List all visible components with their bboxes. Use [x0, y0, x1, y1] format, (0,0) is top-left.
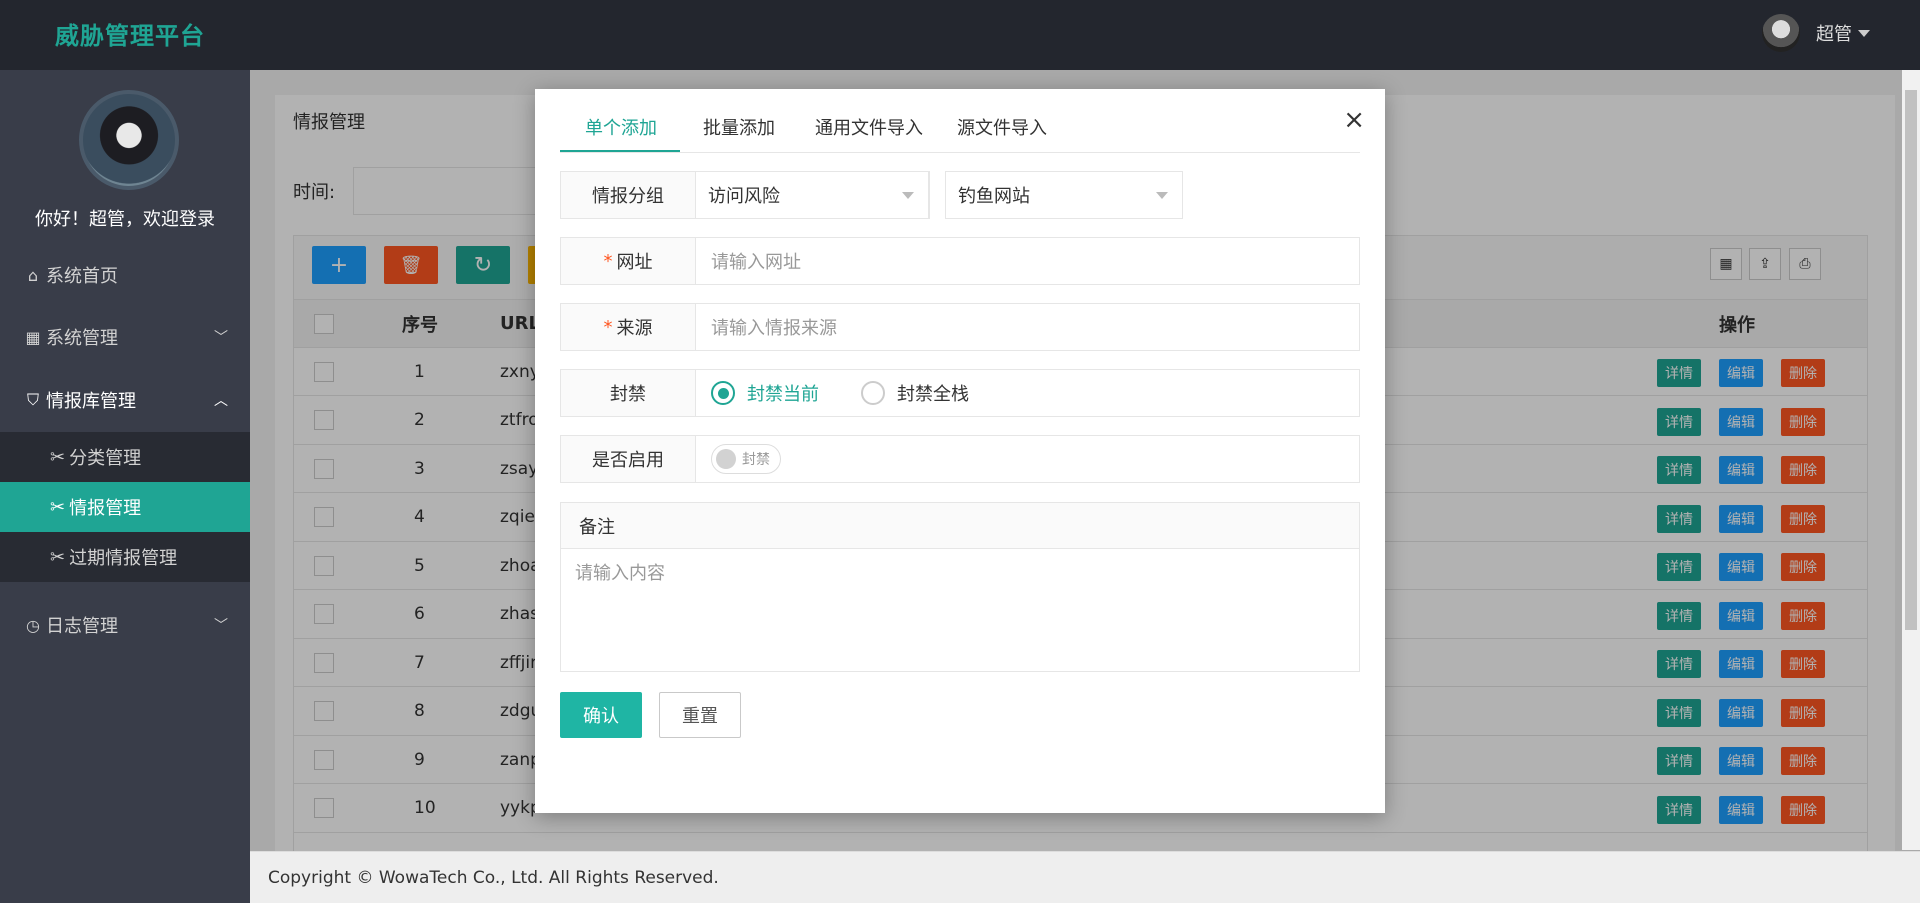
reset-button[interactable]: 重置	[659, 692, 741, 738]
chevron-up-icon: ︿	[214, 393, 228, 409]
tab-batch-add[interactable]: 批量添加	[703, 114, 775, 140]
shield-icon: ⛉	[26, 390, 39, 409]
user-avatar	[1762, 14, 1800, 52]
remark-field: 备注 请输入内容	[560, 502, 1360, 672]
sidebar-item-label: 系统首页	[46, 266, 118, 287]
url-row: * 网址 请输入网址	[560, 237, 1360, 285]
radio-ban-current[interactable]: 封禁当前	[711, 380, 819, 406]
required-marker: *	[603, 316, 613, 338]
radio-label: 封禁全栈	[897, 384, 969, 405]
confirm-button[interactable]: 确认	[560, 692, 642, 738]
top-header: 威胁管理平台 超管	[0, 0, 1920, 70]
sidebar-item-label: 日志管理	[46, 616, 118, 637]
group-select-value: 访问风险	[708, 186, 780, 207]
switch-text: 封禁	[742, 452, 770, 468]
sidebar-item-label: 过期情报管理	[69, 548, 178, 569]
home-icon: ⌂	[27, 265, 39, 285]
url-label: * 网址	[561, 238, 696, 284]
app-logo-title: 威胁管理平台	[55, 22, 205, 50]
add-intel-modal: 单个添加 批量添加 通用文件导入 源文件导入 × 情报分组 访问风险 钓鱼网站 …	[535, 89, 1385, 813]
source-row: * 来源 请输入情报来源	[560, 303, 1360, 351]
wrench-icon: ✂	[50, 446, 66, 468]
sidebar-item-logs[interactable]: ◷ 日志管理 ﹀	[0, 595, 250, 655]
source-input[interactable]: 请输入情报来源	[697, 304, 1359, 350]
sidebar-item-system[interactable]: ▦ 系统管理 ﹀	[0, 307, 250, 367]
sidebar-item-home[interactable]: ⌂ 系统首页	[0, 245, 250, 305]
enable-switch[interactable]: 封禁	[711, 444, 781, 474]
ban-options: 封禁当前 封禁全栈	[697, 370, 1359, 416]
tab-single-add[interactable]: 单个添加	[585, 114, 657, 140]
wrench-icon: ✂	[50, 546, 66, 568]
subgroup-select[interactable]: 钓鱼网站	[945, 171, 1183, 219]
apps-icon: ▦	[25, 327, 41, 347]
sidebar-item-expired[interactable]: ✂ 过期情报管理	[0, 532, 250, 582]
ban-row: 封禁 封禁当前 封禁全栈	[560, 369, 1360, 417]
clock-icon: ◷	[26, 615, 40, 635]
source-label-text: 来源	[616, 318, 653, 339]
radio-label: 封禁当前	[747, 384, 819, 405]
welcome-text: 你好！超管，欢迎登录	[35, 209, 215, 230]
sidebar-avatar	[79, 90, 179, 190]
footer: Copyright © WowaTech Co., Ltd. All Right…	[250, 851, 1920, 903]
enable-row: 是否启用 封禁	[560, 435, 1360, 483]
caret-down-icon	[1858, 29, 1870, 37]
modal-tabs: 单个添加 批量添加 通用文件导入 源文件导入	[560, 89, 1360, 153]
subgroup-select-value: 钓鱼网站	[958, 186, 1030, 207]
url-input[interactable]: 请输入网址	[697, 238, 1359, 284]
chevron-down-icon: ﹀	[214, 330, 228, 346]
ban-label: 封禁	[561, 370, 696, 416]
group-label: 情报分组	[561, 172, 696, 218]
sidebar-submenu: ✂ 分类管理 ✂ 情报管理 ✂ 过期情报管理	[0, 432, 250, 582]
group-select[interactable]: 访问风险	[695, 171, 929, 219]
url-label-text: 网址	[616, 252, 653, 273]
dropdown-arrow-icon	[1156, 192, 1168, 199]
source-label: * 来源	[561, 304, 696, 350]
dropdown-arrow-icon	[902, 192, 914, 199]
sidebar-item-intel[interactable]: ✂ 情报管理	[0, 482, 250, 532]
enable-switch-wrap: 封禁	[697, 436, 1359, 482]
switch-knob	[716, 449, 736, 469]
sidebar-item-label: 系统管理	[46, 328, 118, 349]
user-name: 超管	[1816, 24, 1852, 45]
active-tab-indicator	[560, 150, 680, 152]
chevron-down-icon: ﹀	[214, 618, 228, 634]
enable-label: 是否启用	[561, 436, 696, 482]
remark-textarea[interactable]: 请输入内容	[561, 549, 1359, 595]
tab-source-file-import[interactable]: 源文件导入	[957, 114, 1047, 140]
required-marker: *	[603, 250, 613, 272]
sidebar-item-label: 情报管理	[69, 498, 142, 519]
page-scrollbar[interactable]	[1902, 70, 1920, 850]
sidebar-item-label: 分类管理	[69, 448, 142, 469]
user-menu[interactable]: 超管	[1762, 14, 1870, 52]
tab-generic-file-import[interactable]: 通用文件导入	[815, 114, 923, 140]
remark-label: 备注	[561, 503, 1359, 549]
sidebar-item-intel-library[interactable]: ⛉ 情报库管理 ︿	[0, 370, 250, 430]
sidebar: 你好！超管，欢迎登录 ⌂ 系统首页 ▦ 系统管理 ﹀ ⛉ 情报库管理 ︿ ✂ 分…	[0, 70, 250, 903]
close-icon[interactable]: ×	[1343, 105, 1365, 135]
radio-ban-all[interactable]: 封禁全栈	[861, 380, 969, 406]
radio-checked-icon	[711, 381, 735, 405]
sidebar-item-label: 情报库管理	[46, 391, 136, 412]
sidebar-item-category[interactable]: ✂ 分类管理	[0, 432, 250, 482]
scrollbar-thumb[interactable]	[1905, 90, 1917, 630]
radio-unchecked-icon	[861, 381, 885, 405]
wrench-icon: ✂	[50, 496, 66, 518]
